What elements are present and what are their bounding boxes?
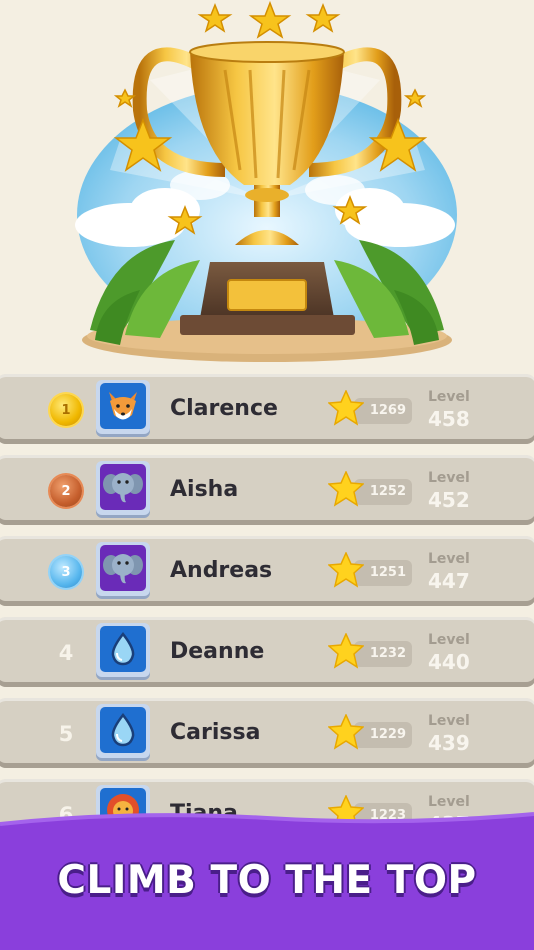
star-icon xyxy=(328,390,364,426)
leaderboard-row[interactable]: 1 Clarence 1269 Level 458 xyxy=(0,374,534,444)
level-label: Level xyxy=(428,794,470,810)
rank-number: 5 xyxy=(58,722,74,746)
player-name: Andreas xyxy=(170,558,273,583)
gold-medal-icon: 1 xyxy=(50,394,82,426)
bronze-medal-icon: 2 xyxy=(50,475,82,507)
level-label: Level xyxy=(428,713,470,729)
leaderboard-row[interactable]: 4 Deanne 1232 Level 440 xyxy=(0,617,534,687)
level-label: Level xyxy=(428,470,470,486)
level-value: 452 xyxy=(428,488,470,512)
banner-headline: CLIMB TO THE TOP xyxy=(57,858,477,903)
player-name: Deanne xyxy=(170,639,265,664)
level-value: 458 xyxy=(428,407,470,431)
rank-number: 4 xyxy=(58,641,74,665)
trophy-illustration xyxy=(75,0,457,362)
level-label: Level xyxy=(428,389,470,405)
elephant-icon xyxy=(100,464,146,510)
player-name: Carissa xyxy=(170,720,261,745)
player-name: Aisha xyxy=(170,477,239,502)
water-drop-icon xyxy=(100,626,146,672)
player-name: Clarence xyxy=(170,396,278,421)
level-value: 447 xyxy=(428,569,470,593)
star-icon xyxy=(328,471,364,507)
star-icon xyxy=(328,714,364,750)
avatar xyxy=(96,704,150,758)
level-value: 440 xyxy=(428,650,470,674)
leaderboard-row[interactable]: 2 Aisha 1252 Level 452 xyxy=(0,455,534,525)
elephant-icon xyxy=(100,545,146,591)
avatar xyxy=(96,542,150,596)
avatar xyxy=(96,380,150,434)
leaderboard-row[interactable]: 5 Carissa 1229 Level 439 xyxy=(0,698,534,768)
level-value: 439 xyxy=(428,731,470,755)
level-label: Level xyxy=(428,632,470,648)
leaderboard-row[interactable]: 3 Andreas 1251 Level 447 xyxy=(0,536,534,606)
water-drop-icon xyxy=(100,707,146,753)
star-icon xyxy=(328,552,364,588)
star-icon xyxy=(328,633,364,669)
avatar xyxy=(96,461,150,515)
fox-icon xyxy=(100,383,146,429)
level-label: Level xyxy=(428,551,470,567)
blue-medal-icon: 3 xyxy=(50,556,82,588)
avatar xyxy=(96,623,150,677)
